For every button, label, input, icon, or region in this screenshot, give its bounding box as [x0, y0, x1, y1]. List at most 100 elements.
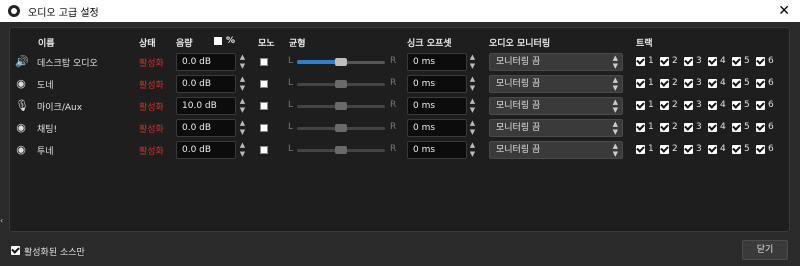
track-checkbox[interactable]: 5 — [732, 100, 750, 112]
sync-offset-input[interactable]: 0 ms — [407, 53, 467, 71]
track-checkbox[interactable]: 1 — [636, 78, 654, 90]
track-checkbox[interactable]: 3 — [684, 144, 702, 156]
checkbox-checked-icon[interactable] — [708, 100, 717, 110]
monitoring-select[interactable]: 모니터링 끔 ▲ ▼ — [489, 141, 623, 159]
track-checkbox[interactable]: 2 — [660, 56, 678, 68]
track-checkbox[interactable]: 5 — [732, 78, 750, 90]
mono-checkbox[interactable] — [260, 146, 268, 154]
checkbox-checked-icon[interactable] — [732, 100, 741, 110]
sync-offset-input[interactable]: 0 ms — [407, 119, 467, 137]
checkbox-checked-icon[interactable] — [684, 78, 693, 88]
monitoring-select[interactable]: 모니터링 끔 ▲ ▼ — [489, 97, 623, 115]
checkbox-checked-icon[interactable] — [684, 144, 693, 154]
balance-slider-handle[interactable] — [335, 124, 347, 132]
active-only-checkbox[interactable] — [11, 246, 20, 255]
sync-offset-stepper[interactable]: ▲ ▼ — [467, 141, 478, 159]
track-checkbox[interactable]: 5 — [732, 122, 750, 134]
volume-stepper[interactable]: ▲ ▼ — [237, 119, 248, 137]
checkbox-checked-icon[interactable] — [756, 100, 765, 110]
checkbox-checked-icon[interactable] — [660, 100, 669, 110]
track-checkbox[interactable]: 4 — [708, 144, 726, 156]
status-label[interactable]: 활성화 — [139, 144, 164, 157]
checkbox-checked-icon[interactable] — [660, 56, 669, 66]
volume-input[interactable]: 0.0 dB — [176, 119, 236, 137]
checkbox-checked-icon[interactable] — [708, 56, 717, 66]
checkbox-checked-icon[interactable] — [732, 78, 741, 88]
checkbox-checked-icon[interactable] — [708, 78, 717, 88]
checkbox-checked-icon[interactable] — [756, 122, 765, 132]
close-icon[interactable]: ✕ — [778, 3, 790, 19]
monitoring-select[interactable]: 모니터링 끔 ▲ ▼ — [489, 53, 623, 71]
track-checkbox[interactable]: 5 — [732, 144, 750, 156]
checkbox-checked-icon[interactable] — [708, 144, 717, 154]
track-checkbox[interactable]: 3 — [684, 100, 702, 112]
volume-input[interactable]: 0.0 dB — [176, 141, 236, 159]
status-label[interactable]: 활성화 — [139, 78, 164, 91]
checkbox-checked-icon[interactable] — [732, 122, 741, 132]
balance-slider-handle[interactable] — [335, 58, 347, 66]
track-checkbox[interactable]: 6 — [756, 144, 774, 156]
checkbox-checked-icon[interactable] — [732, 144, 741, 154]
track-checkbox[interactable]: 6 — [756, 56, 774, 68]
track-checkbox[interactable]: 2 — [660, 78, 678, 90]
checkbox-checked-icon[interactable] — [660, 122, 669, 132]
track-checkbox[interactable]: 4 — [708, 122, 726, 134]
track-checkbox[interactable]: 5 — [732, 56, 750, 68]
status-label[interactable]: 활성화 — [139, 56, 164, 69]
checkbox-checked-icon[interactable] — [660, 78, 669, 88]
mono-checkbox[interactable] — [260, 58, 268, 66]
status-label[interactable]: 활성화 — [139, 122, 164, 135]
track-checkbox[interactable]: 1 — [636, 122, 654, 134]
checkbox-checked-icon[interactable] — [684, 122, 693, 132]
sync-offset-stepper[interactable]: ▲ ▼ — [467, 119, 478, 137]
checkbox-checked-icon[interactable] — [660, 144, 669, 154]
checkbox-checked-icon[interactable] — [684, 56, 693, 66]
volume-stepper[interactable]: ▲ ▼ — [237, 141, 248, 159]
sync-offset-stepper[interactable]: ▲ ▼ — [467, 75, 478, 93]
sync-offset-input[interactable]: 0 ms — [407, 75, 467, 93]
checkbox-checked-icon[interactable] — [636, 100, 645, 110]
checkbox-checked-icon[interactable] — [732, 56, 741, 66]
track-checkbox[interactable]: 3 — [684, 78, 702, 90]
checkbox-checked-icon[interactable] — [756, 56, 765, 66]
track-checkbox[interactable]: 3 — [684, 56, 702, 68]
mono-checkbox[interactable] — [260, 102, 268, 110]
close-button[interactable]: 닫기 — [742, 240, 788, 260]
checkbox-checked-icon[interactable] — [756, 78, 765, 88]
monitoring-select[interactable]: 모니터링 끔 ▲ ▼ — [489, 119, 623, 137]
track-checkbox[interactable]: 4 — [708, 100, 726, 112]
track-checkbox[interactable]: 3 — [684, 122, 702, 134]
volume-input[interactable]: 0.0 dB — [176, 53, 236, 71]
track-checkbox[interactable]: 1 — [636, 100, 654, 112]
volume-stepper[interactable]: ▲ ▼ — [237, 53, 248, 71]
sync-offset-input[interactable]: 0 ms — [407, 97, 467, 115]
track-checkbox[interactable]: 6 — [756, 122, 774, 134]
percent-checkbox[interactable] — [214, 37, 222, 45]
balance-slider-handle[interactable] — [335, 102, 347, 110]
track-checkbox[interactable]: 4 — [708, 56, 726, 68]
mono-checkbox[interactable] — [260, 124, 268, 132]
sync-offset-stepper[interactable]: ▲ ▼ — [467, 53, 478, 71]
mono-checkbox[interactable] — [260, 80, 268, 88]
checkbox-checked-icon[interactable] — [636, 56, 645, 66]
volume-stepper[interactable]: ▲ ▼ — [237, 97, 248, 115]
checkbox-checked-icon[interactable] — [636, 144, 645, 154]
monitoring-select[interactable]: 모니터링 끔 ▲ ▼ — [489, 75, 623, 93]
checkbox-checked-icon[interactable] — [636, 122, 645, 132]
status-label[interactable]: 활성화 — [139, 100, 164, 113]
checkbox-checked-icon[interactable] — [756, 144, 765, 154]
checkbox-checked-icon[interactable] — [636, 78, 645, 88]
volume-input[interactable]: 0.0 dB — [176, 75, 236, 93]
sync-offset-stepper[interactable]: ▲ ▼ — [467, 97, 478, 115]
volume-input[interactable]: 10.0 dB — [176, 97, 236, 115]
track-checkbox[interactable]: 2 — [660, 144, 678, 156]
track-checkbox[interactable]: 2 — [660, 100, 678, 112]
track-checkbox[interactable]: 6 — [756, 100, 774, 112]
track-checkbox[interactable]: 2 — [660, 122, 678, 134]
checkbox-checked-icon[interactable] — [708, 122, 717, 132]
track-checkbox[interactable]: 1 — [636, 144, 654, 156]
balance-slider-handle[interactable] — [335, 80, 347, 88]
balance-slider-handle[interactable] — [335, 146, 347, 154]
checkbox-checked-icon[interactable] — [684, 100, 693, 110]
volume-stepper[interactable]: ▲ ▼ — [237, 75, 248, 93]
